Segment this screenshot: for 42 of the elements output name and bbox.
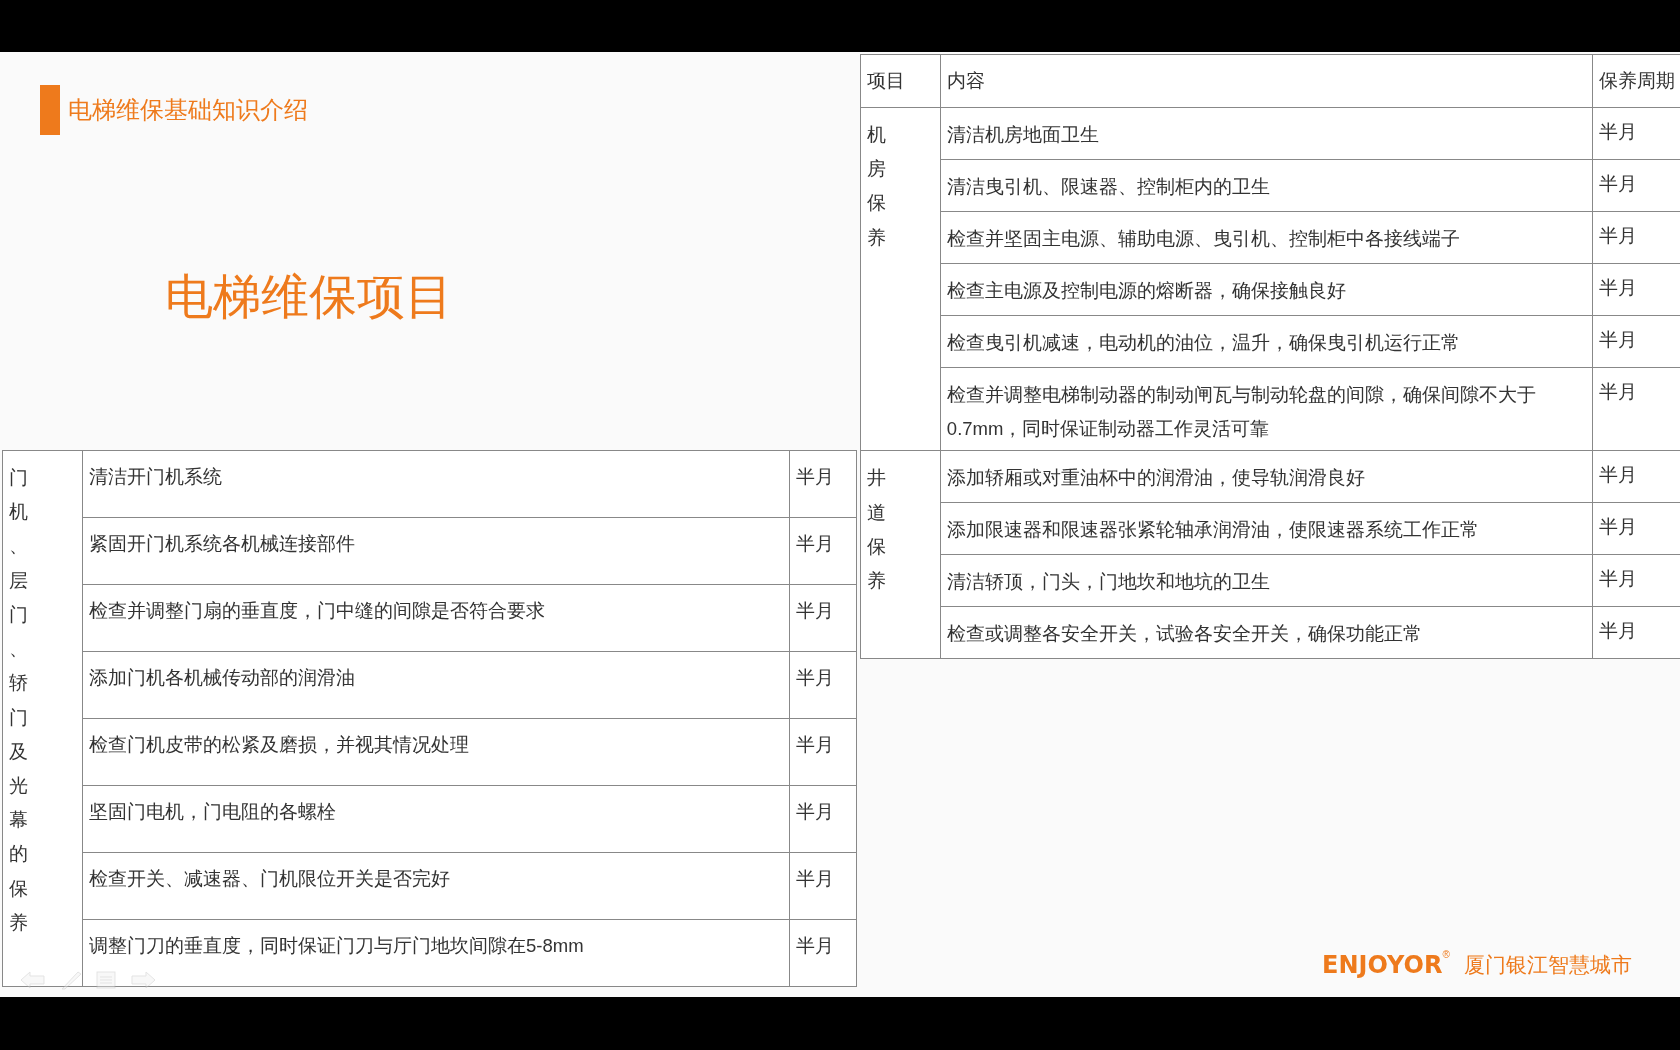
table-cell: 紧固开门机系统各机械连接部件 [82,517,790,585]
table-cell: 检查门机皮带的松紧及磨损，并视其情况处理 [82,718,790,786]
table-cell: 半月 [789,651,857,719]
group-label: 门机、层门、轿门及光幕的保养 [9,466,28,935]
table-cell: 半月 [789,718,857,786]
registered-mark: ® [1442,948,1450,960]
column-header: 内容 [940,54,1593,108]
table-cell: 检查并坚固主电源、辅助电源、曳引机、控制柜中各接线端子 [940,211,1593,264]
table-cell: 检查并调整电梯制动器的制动闸瓦与制动轮盘的间隙，确保间隙不大于0.7mm，同时保证制动器工作灵活可靠 [940,367,1593,451]
accent-bar [40,85,60,135]
column-header: 保养周期 [1592,54,1680,108]
table-cell: 坚固门电机，门电阻的各螺栓 [82,785,790,853]
table-cell: 清洁曳引机、限速器、控制柜内的卫生 [940,159,1593,212]
table-cell: 检查主电源及控制电源的熔断器，确保接触良好 [940,263,1593,316]
table-cell: 清洁开门机系统 [82,450,790,518]
group-label: 机房保养 [867,123,886,250]
table-cell: 检查开关、减速器、门机限位开关是否完好 [82,852,790,920]
table-cell: 调整门刀的垂直度，同时保证门刀与厅门地坎间隙在5-8mm [82,919,790,987]
table-cell: 检查曳引机减速，电动机的油位，温升，确保曳引机运行正常 [940,315,1593,368]
table-cell: 半月 [789,584,857,652]
pen-icon[interactable] [60,970,82,990]
table-cell: 半月 [789,517,857,585]
table-cell: 半月 [789,852,857,920]
column-header: 项目 [860,54,941,108]
table-cell: 添加限速器和限速器张紧轮轴承润滑油，使限速器系统工作正常 [940,502,1593,555]
table-cell: 半月 [789,450,857,518]
table-cell: 半月 [789,785,857,853]
table-cell: 添加轿厢或对重油杯中的润滑油，使导轨润滑良好 [940,450,1593,503]
slide-heading: 电梯维保项目 [165,267,453,326]
table-cell: 添加门机各机械传动部的润滑油 [82,651,790,719]
next-icon[interactable] [130,971,156,989]
table-cell: 检查并调整门扇的垂直度，门中缝的间隙是否符合要求 [82,584,790,652]
section-title: 电梯维保基础知识介绍 [68,95,308,125]
logo-wordmark: ENJOYOR [1322,951,1443,981]
previous-icon[interactable] [20,971,46,989]
menu-icon[interactable] [96,971,116,989]
table-cell: 清洁轿顶，门头，门地坎和地坑的卫生 [940,554,1593,607]
table-cell: 检查或调整各安全开关，试验各安全开关，确保功能正常 [940,606,1593,659]
company-name: 厦门银江智慧城市 [1463,952,1632,979]
group-label: 井道保养 [867,466,886,594]
table-cell: 清洁机房地面卫生 [940,107,1593,160]
table-cell: 半月 [789,919,857,987]
